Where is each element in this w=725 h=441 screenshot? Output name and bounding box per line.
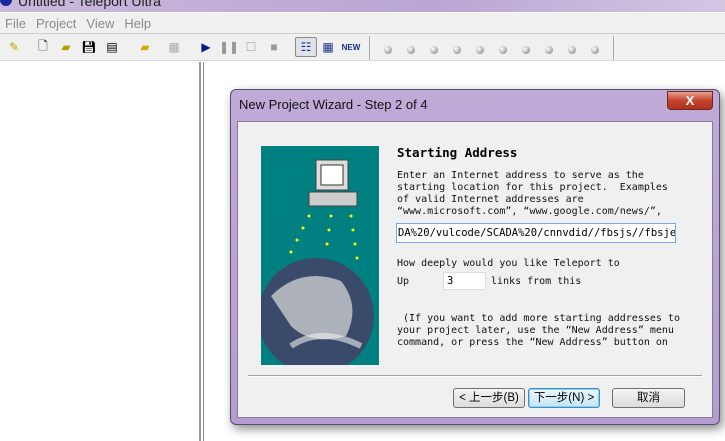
new-icon[interactable]: NEW [340, 39, 362, 55]
dialog-title: New Project Wizard - Step 2 of 4 [239, 97, 428, 112]
list-view-icon[interactable]: ☷ [295, 37, 317, 57]
note-text: (If you want to add more starting addres… [397, 313, 680, 348]
project-tree-pane[interactable] [0, 62, 201, 441]
intro-text: Enter an Internet address to serve as th… [397, 170, 668, 217]
pause-icon[interactable]: ❚❚ [219, 39, 239, 55]
disabled-icon[interactable]: ▦ [166, 39, 182, 55]
toolbar-separator [613, 36, 614, 60]
menu-file[interactable]: File [0, 16, 31, 31]
stop-icon[interactable]: ■ [266, 39, 282, 55]
toolbar: ✎ 🗋 ▰ 💾︎ ▤ ▰ ▦ ▶ ❚❚ ☐ ■ ☷ ▦ NEW [0, 33, 725, 61]
starting-address-input[interactable]: DA%20/vulcode/SCADA%20/cnnvdid//fbsjs//f… [396, 223, 676, 243]
depth-prefix: Up [397, 276, 410, 287]
close-button[interactable]: X [667, 91, 713, 110]
new-file-icon[interactable]: 🗋 [35, 39, 51, 55]
toolbar-separator [369, 36, 370, 60]
properties-icon[interactable]: ▤ [104, 39, 120, 55]
cancel-button[interactable]: 取消 [612, 388, 685, 408]
computer-globe-illustration [261, 146, 379, 365]
wizard-icon[interactable]: ✎ [6, 39, 22, 55]
bullet-icon[interactable] [591, 46, 599, 54]
bullet-icon[interactable] [476, 46, 484, 54]
menu-project[interactable]: Project [31, 16, 81, 31]
next-button[interactable]: 下一步(N) > [528, 388, 600, 408]
save-icon[interactable]: 💾︎ [81, 39, 97, 55]
menu-bar: File Project View Help [0, 12, 725, 33]
bullet-icon[interactable] [384, 46, 392, 54]
new-project-wizard-dialog: New Project Wizard - Step 2 of 4 X Start… [230, 89, 720, 425]
new-folder-icon[interactable]: ▰ [137, 39, 153, 55]
bullet-icon[interactable] [499, 46, 507, 54]
open-folder-icon[interactable]: ▰ [58, 39, 74, 55]
play-icon[interactable]: ▶ [198, 39, 214, 55]
bullet-icon[interactable] [453, 46, 461, 54]
app-title-bar: Untitled - Teleport Ultra [0, 0, 725, 12]
bullet-icon[interactable] [545, 46, 553, 54]
depth-suffix: links from this [491, 276, 582, 287]
menu-view[interactable]: View [81, 16, 119, 31]
depth-question: How deeply would you like Teleport to [397, 258, 620, 269]
bullet-icon[interactable] [407, 46, 415, 54]
stop-outline-icon[interactable]: ☐ [243, 39, 259, 55]
bullet-icon[interactable] [568, 46, 576, 54]
button-separator [248, 375, 702, 377]
details-view-icon[interactable]: ▦ [320, 39, 336, 55]
step-heading: Starting Address [397, 145, 518, 160]
link-depth-input[interactable]: 3 [443, 272, 486, 290]
bullet-icon[interactable] [522, 46, 530, 54]
wizard-panel: Starting Address Enter an Internet addre… [237, 121, 713, 418]
app-title: Untitled - Teleport Ultra [18, 0, 161, 9]
app-icon [0, 0, 12, 6]
menu-help[interactable]: Help [119, 16, 156, 31]
bullet-icon[interactable] [430, 46, 438, 54]
back-button[interactable]: < 上一步(B) [453, 388, 525, 408]
